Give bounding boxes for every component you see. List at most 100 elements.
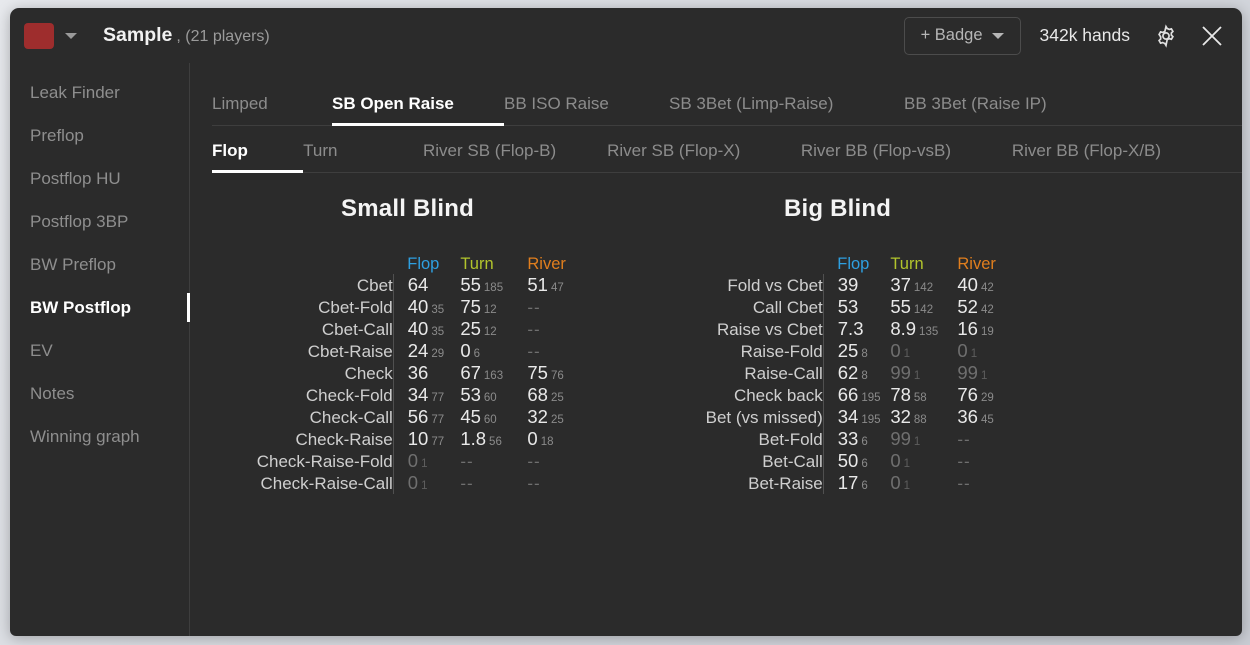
sidebar-item-leak-finder[interactable]: Leak Finder <box>10 71 189 114</box>
header-blank <box>220 255 393 274</box>
stat-cell: 33 6 <box>822 428 891 450</box>
settings-button[interactable] <box>1146 16 1186 56</box>
tab-bb-iso-raise[interactable]: BB ISO Raise <box>504 94 669 125</box>
stat-cell: 75 12 <box>460 296 527 318</box>
table-row: Check-Fold 34 77 53 60 68 25 <box>220 384 595 406</box>
stat-sample-size: 60 <box>483 392 497 404</box>
secondary-tab-bar: Flop Turn River SB (Flop-B) River SB (Fl… <box>212 126 1242 173</box>
sidebar-item-postflop-3bp[interactable]: Postflop 3BP <box>10 200 189 243</box>
stat-sample-size: 77 <box>431 436 445 448</box>
stat-cell: 34 77 <box>392 384 461 406</box>
sidebar-item-postflop-hu[interactable]: Postflop HU <box>10 157 189 200</box>
stat-cell: -- <box>957 472 1024 494</box>
player-count: , (21 players) <box>176 28 270 45</box>
stat-value-empty: -- <box>527 452 541 471</box>
stat-cell: 51 47 <box>527 274 594 296</box>
stat-value: 39 <box>837 274 859 295</box>
stat-cell: 66 195 <box>822 384 891 406</box>
stat-sample-size: 88 <box>913 414 927 426</box>
tab-bb-3bet-raise-ip[interactable]: BB 3Bet (Raise IP) <box>904 94 1094 125</box>
close-button[interactable] <box>1192 16 1232 56</box>
stat-sample-size: 6 <box>861 436 868 448</box>
stat-value: 34 <box>407 384 429 405</box>
sidebar-item-label: Notes <box>30 383 75 403</box>
chevron-down-icon <box>991 32 1004 39</box>
stat-cell: 06 <box>460 340 527 362</box>
profile-name: Sample <box>103 24 173 46</box>
table-row: Check-Raise-Fold 0 1 -- -- <box>220 450 595 472</box>
tab-river-bb-flop-vsb[interactable]: River BB (Flop-vsB) <box>801 141 1012 172</box>
table-row: Cbet-Fold 40 35 75 12 -- <box>220 296 595 318</box>
sidebar-item-bw-postflop[interactable]: BW Postflop <box>10 286 190 329</box>
player-color-swatch[interactable] <box>24 22 54 49</box>
stat-value: 55 <box>460 274 481 295</box>
stat-cell: 99 1 <box>890 428 957 450</box>
tab-label: River SB (Flop-X) <box>607 141 741 160</box>
stat-cell: 75 76 <box>527 362 594 384</box>
sidebar-item-label: Preflop <box>30 125 84 145</box>
tab-sb-open-raise[interactable]: SB Open Raise <box>332 94 504 126</box>
table-row: Check 36 67 163 75 76 <box>220 362 595 384</box>
stat-cell: 40 35 <box>392 318 461 340</box>
stat-label: Check-Raise-Fold <box>256 452 393 471</box>
sidebar-item-winning-graph[interactable]: Winning graph <box>10 415 189 458</box>
stat-value: 0 <box>527 428 538 449</box>
stat-value: 40 <box>407 296 429 317</box>
stat-value: 24 <box>407 340 429 361</box>
stat-value: 78 <box>890 384 911 405</box>
table-header-row: Flop Turn River <box>650 255 1025 274</box>
table-row: Bet (vs missed) 34 195 32 88 36 45 <box>650 406 1025 428</box>
sidebar-item-bw-preflop[interactable]: BW Preflop <box>10 243 189 286</box>
stat-value-empty: -- <box>460 452 474 471</box>
sidebar-item-ev[interactable]: EV <box>10 329 189 372</box>
stat-value: 55 <box>890 296 911 317</box>
stat-value-empty: -- <box>957 452 971 471</box>
stat-value: 40 <box>407 318 429 339</box>
stat-value: 25 <box>460 318 481 339</box>
tab-river-sb-flop-x[interactable]: River SB (Flop-X) <box>607 141 801 172</box>
tab-sb-3bet-limp-raise[interactable]: SB 3Bet (Limp-Raise) <box>669 94 904 125</box>
column-header-turn: Turn <box>460 255 494 273</box>
column-header-flop: Flop <box>837 255 870 273</box>
stat-cell: 16 19 <box>957 318 1024 340</box>
stat-label: Raise-Call <box>744 364 823 383</box>
stat-label: Cbet <box>356 276 393 295</box>
tab-label: Limped <box>212 94 268 113</box>
stat-sample-size: 1 <box>903 348 911 360</box>
stat-cell: -- <box>527 296 594 318</box>
stat-value: 0 <box>407 472 419 493</box>
chevron-down-icon[interactable] <box>65 32 77 39</box>
stat-sample-size: 135 <box>919 326 939 338</box>
stat-label: Fold vs Cbet <box>727 276 823 295</box>
table-row: Check back 66 195 78 58 76 29 <box>650 384 1025 406</box>
stat-cell: 76 29 <box>957 384 1024 406</box>
tab-river-bb-flop-x-b[interactable]: River BB (Flop-X/B) <box>1012 141 1218 172</box>
tab-limped[interactable]: Limped <box>212 94 332 125</box>
table-row: Fold vs Cbet 39 37 142 40 42 <box>650 274 1025 296</box>
stat-value: 52 <box>957 296 978 317</box>
tab-river-sb-flop-b[interactable]: River SB (Flop-B) <box>423 141 607 172</box>
stat-cell: 0 18 <box>527 428 594 450</box>
stat-sample-size: 163 <box>483 370 504 382</box>
sidebar-item-label: Winning graph <box>30 426 140 446</box>
add-badge-button[interactable]: + Badge <box>903 16 1021 55</box>
stat-cell: -- <box>460 450 527 472</box>
stat-value-empty: -- <box>527 342 541 361</box>
table-row: Cbet-Raise 24 29 0 6 -- <box>220 340 595 362</box>
stat-label: Cbet-Fold <box>318 298 393 317</box>
table-row: Call Cbet 53 55 142 52 42 <box>650 296 1025 318</box>
big-blind-panel: Big Blind Flop Turn River Fold vs Cbet 39… <box>650 195 1025 636</box>
sidebar-item-preflop[interactable]: Preflop <box>10 114 189 157</box>
stat-value: 36 <box>957 406 978 427</box>
tab-turn[interactable]: Turn <box>303 141 423 172</box>
stat-sample-size: 29 <box>431 348 445 360</box>
stat-sample-size: 25 <box>550 392 564 404</box>
stat-cell: 56 77 <box>392 406 461 428</box>
stat-cell: 01 <box>392 450 461 472</box>
column-header-turn: Turn <box>890 255 924 273</box>
table-header-row: Flop Turn River <box>220 255 595 274</box>
stat-cell: 64 <box>392 274 461 296</box>
sidebar-item-notes[interactable]: Notes <box>10 372 189 415</box>
tab-flop[interactable]: Flop <box>212 141 304 173</box>
stat-sample-size: 60 <box>483 414 497 426</box>
